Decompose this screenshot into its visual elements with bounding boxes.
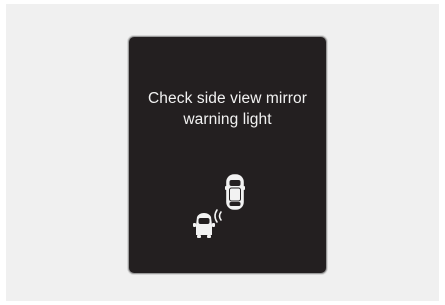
warning-message: Check side view mirror warning light [129,88,326,130]
front-car-icon [225,174,245,210]
warning-message-line2: warning light [183,111,272,128]
rear-car-icon [193,213,215,238]
warning-message-line1: Check side view mirror [148,90,307,107]
blind-spot-warning-icon [191,173,251,239]
signal-waves-icon [214,209,222,223]
cluster-display-screen: Check side view mirror warning light [129,37,326,273]
